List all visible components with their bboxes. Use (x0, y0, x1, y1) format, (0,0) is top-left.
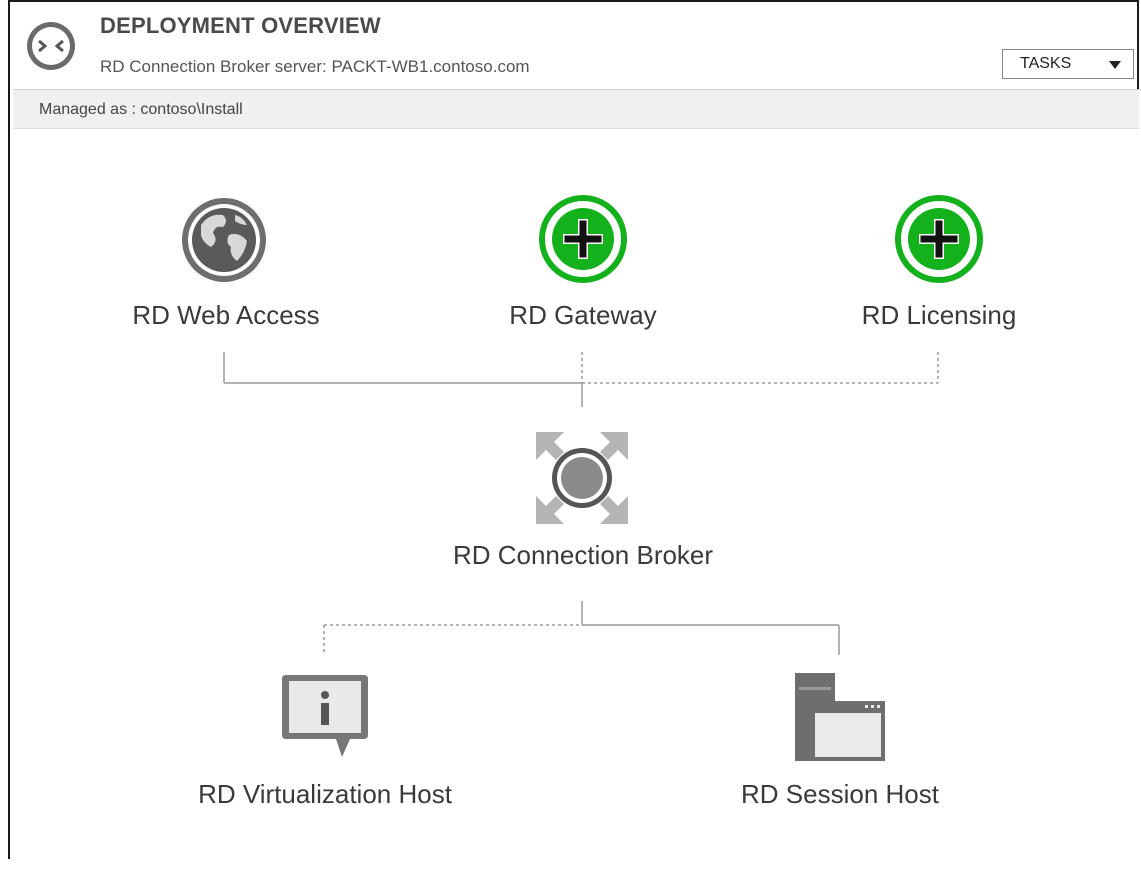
connection-broker-icon[interactable] (534, 430, 630, 526)
deployment-diagram: RD Web Access RD Gateway RD Licensing RD… (2, 3, 1141, 862)
rd-connection-broker-label[interactable]: RD Connection Broker (453, 540, 713, 571)
add-gateway-icon[interactable] (537, 193, 629, 285)
add-licensing-icon[interactable] (893, 193, 985, 285)
globe-icon[interactable] (179, 195, 269, 285)
rd-session-host-label[interactable]: RD Session Host (741, 779, 939, 810)
session-host-icon[interactable] (793, 671, 889, 765)
rd-licensing-label[interactable]: RD Licensing (862, 300, 1017, 331)
info-callout-icon[interactable] (278, 671, 372, 763)
rd-virtualization-host-label[interactable]: RD Virtualization Host (198, 779, 452, 810)
rd-web-access-label[interactable]: RD Web Access (132, 300, 319, 331)
deployment-diagram-area: Managed as : contoso\Install RD Web Acce… (13, 89, 1141, 870)
rd-gateway-label[interactable]: RD Gateway (509, 300, 656, 331)
deployment-overview-panel: DEPLOYMENT OVERVIEW RD Connection Broker… (8, 0, 1141, 870)
